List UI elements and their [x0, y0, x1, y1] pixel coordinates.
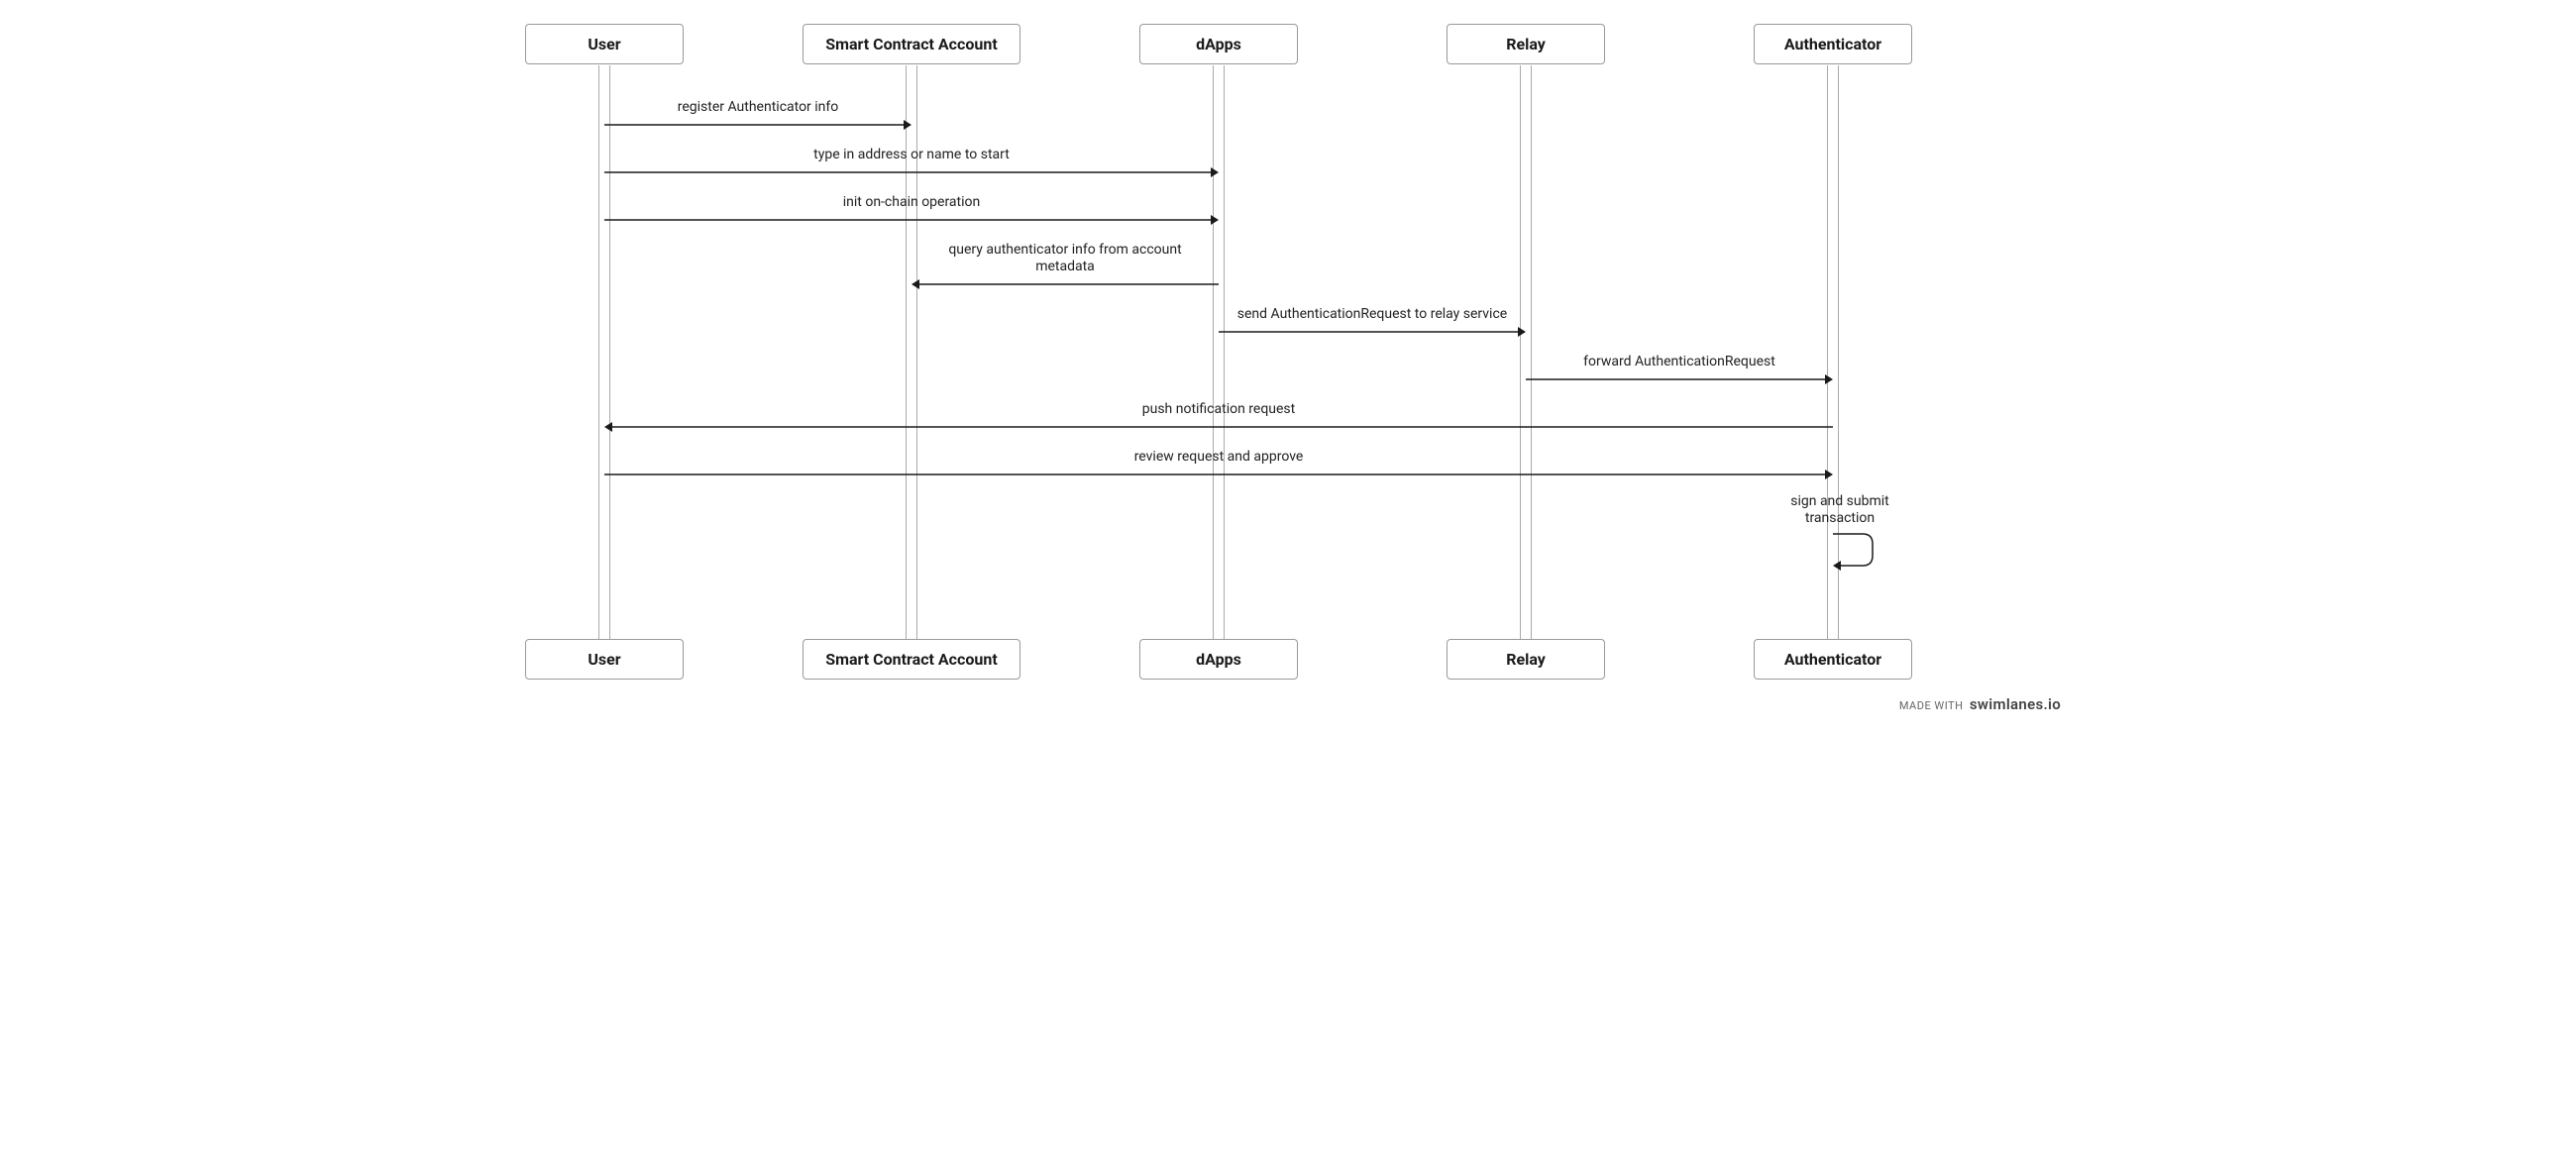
participant-auth-top: Authenticator	[1754, 24, 1912, 64]
participant-user-bottom: User	[525, 639, 684, 680]
participant-sca-top: Smart Contract Account	[803, 24, 1020, 64]
msg-query-authenticator-l2: metadata	[912, 259, 1219, 274]
msg-push-notification: push notification request	[604, 401, 1833, 417]
arrow-icon	[912, 278, 1219, 290]
watermark-brand: swimlanes.io	[1970, 695, 2061, 713]
participant-user-top: User	[525, 24, 684, 64]
msg-init-onchain: init on-chain operation	[604, 194, 1219, 210]
arrow-icon	[604, 214, 1219, 226]
arrow-icon	[1526, 373, 1833, 385]
participant-relay-bottom: Relay	[1447, 639, 1605, 680]
msg-sign-submit-l2: transaction	[1766, 510, 1914, 526]
msg-review-approve: review request and approve	[604, 449, 1833, 465]
arrow-icon	[604, 469, 1833, 480]
participant-auth-bottom: Authenticator	[1754, 639, 1912, 680]
msg-type-address: type in address or name to start	[604, 147, 1219, 162]
msg-forward-auth-request: forward AuthenticationRequest	[1526, 354, 1833, 369]
msg-send-auth-request: send AuthenticationRequest to relay serv…	[1219, 306, 1526, 322]
watermark: MADE WITH swimlanes.io	[1899, 695, 2061, 713]
participant-dapps-bottom: dApps	[1139, 639, 1298, 680]
participant-relay-top: Relay	[1447, 24, 1605, 64]
participant-dapps-top: dApps	[1139, 24, 1298, 64]
msg-register-authenticator: register Authenticator info	[604, 99, 912, 115]
msg-sign-submit-l1: sign and submit	[1766, 493, 1914, 509]
self-arrow-icon	[1833, 530, 1878, 572]
sequence-diagram: User Smart Contract Account dApps Relay …	[515, 20, 2061, 713]
arrow-icon	[1219, 326, 1526, 338]
arrow-icon	[604, 421, 1833, 433]
watermark-prefix: MADE WITH	[1899, 699, 1964, 712]
msg-query-authenticator-l1: query authenticator info from account	[912, 242, 1219, 258]
arrow-icon	[604, 119, 912, 131]
arrow-icon	[604, 166, 1219, 178]
participant-sca-bottom: Smart Contract Account	[803, 639, 1020, 680]
